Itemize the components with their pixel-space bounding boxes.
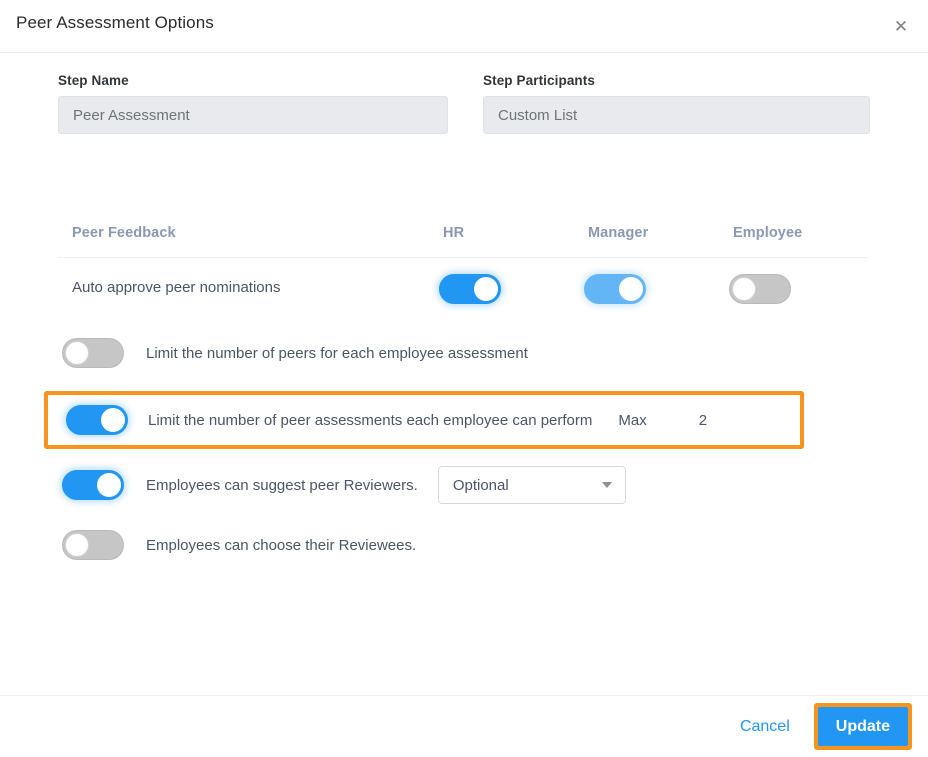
option-label-limit-peers: Limit the number of peers for each emplo… xyxy=(146,344,528,362)
cell-employee xyxy=(729,274,791,304)
toggle-knob xyxy=(97,473,121,497)
toggle-suggest-reviewers[interactable] xyxy=(62,470,124,500)
option-row-suggest-reviewers: Employees can suggest peer Reviewers. Op… xyxy=(0,463,928,507)
option-label-suggest-reviewers: Employees can suggest peer Reviewers. xyxy=(146,476,418,494)
toggle-knob xyxy=(619,277,643,301)
step-participants-group: Step Participants xyxy=(483,73,870,134)
option-row-limit-peers: Limit the number of peers for each emplo… xyxy=(0,331,928,375)
max-label: Max xyxy=(618,411,647,429)
cell-manager xyxy=(584,274,646,304)
toggle-limit-peers[interactable] xyxy=(62,338,124,368)
peer-assessment-options-dialog: Peer Assessment Options ✕ Step Name Step… xyxy=(0,0,928,757)
dialog-footer: Cancel Update xyxy=(0,695,928,757)
toggle-knob xyxy=(65,533,89,557)
step-participants-label: Step Participants xyxy=(483,73,595,88)
suggest-reviewers-dropdown[interactable]: Optional xyxy=(437,466,626,504)
update-button[interactable]: Update xyxy=(817,706,908,747)
column-header-employee: Employee xyxy=(733,225,803,241)
page-title: Peer Assessment Options xyxy=(16,13,214,32)
step-name-input[interactable] xyxy=(58,96,448,134)
table-row: Auto approve peer nominations xyxy=(58,258,868,320)
row-label-auto-approve: Auto approve peer nominations xyxy=(72,279,281,296)
dropdown-selected-value: Optional xyxy=(452,476,509,494)
toggle-knob xyxy=(474,277,498,301)
step-fields-row: Step Name Step Participants xyxy=(0,73,928,163)
option-label-limit-assessments: Limit the number of peer assessments eac… xyxy=(148,411,593,429)
chevron-down-icon xyxy=(601,482,612,488)
option-label-choose-reviewees: Employees can choose their Reviewees. xyxy=(146,536,417,554)
dialog-header: Peer Assessment Options ✕ xyxy=(0,0,928,53)
cancel-button[interactable]: Cancel xyxy=(730,712,800,742)
column-header-manager: Manager xyxy=(588,225,649,241)
column-header-peer-feedback: Peer Feedback xyxy=(72,225,176,241)
options-list: Limit the number of peers for each emplo… xyxy=(0,331,928,583)
toggle-knob xyxy=(65,341,89,365)
dialog-body: Step Name Step Participants Peer Feedbac… xyxy=(0,53,928,695)
cell-hr xyxy=(439,274,501,304)
max-value-input[interactable]: 2 xyxy=(699,412,707,429)
column-header-hr: HR xyxy=(443,225,465,241)
step-name-label: Step Name xyxy=(58,73,129,88)
step-name-group: Step Name xyxy=(58,73,448,134)
step-participants-input[interactable] xyxy=(483,96,870,134)
toggle-choose-reviewees[interactable] xyxy=(62,530,124,560)
option-row-choose-reviewees: Employees can choose their Reviewees. xyxy=(0,523,928,567)
toggle-auto-approve-manager[interactable] xyxy=(584,274,646,304)
toggle-auto-approve-employee[interactable] xyxy=(729,274,791,304)
update-button-highlight: Update xyxy=(813,702,912,751)
option-row-limit-assessments: Limit the number of peer assessments eac… xyxy=(44,391,804,449)
toggle-auto-approve-hr[interactable] xyxy=(439,274,501,304)
close-icon[interactable]: ✕ xyxy=(887,12,915,40)
peer-feedback-table: Peer Feedback HR Manager Employee Auto a… xyxy=(58,218,868,320)
toggle-limit-assessments[interactable] xyxy=(66,405,128,435)
toggle-knob xyxy=(732,277,756,301)
table-header-row: Peer Feedback HR Manager Employee xyxy=(58,218,868,258)
toggle-knob xyxy=(101,408,125,432)
